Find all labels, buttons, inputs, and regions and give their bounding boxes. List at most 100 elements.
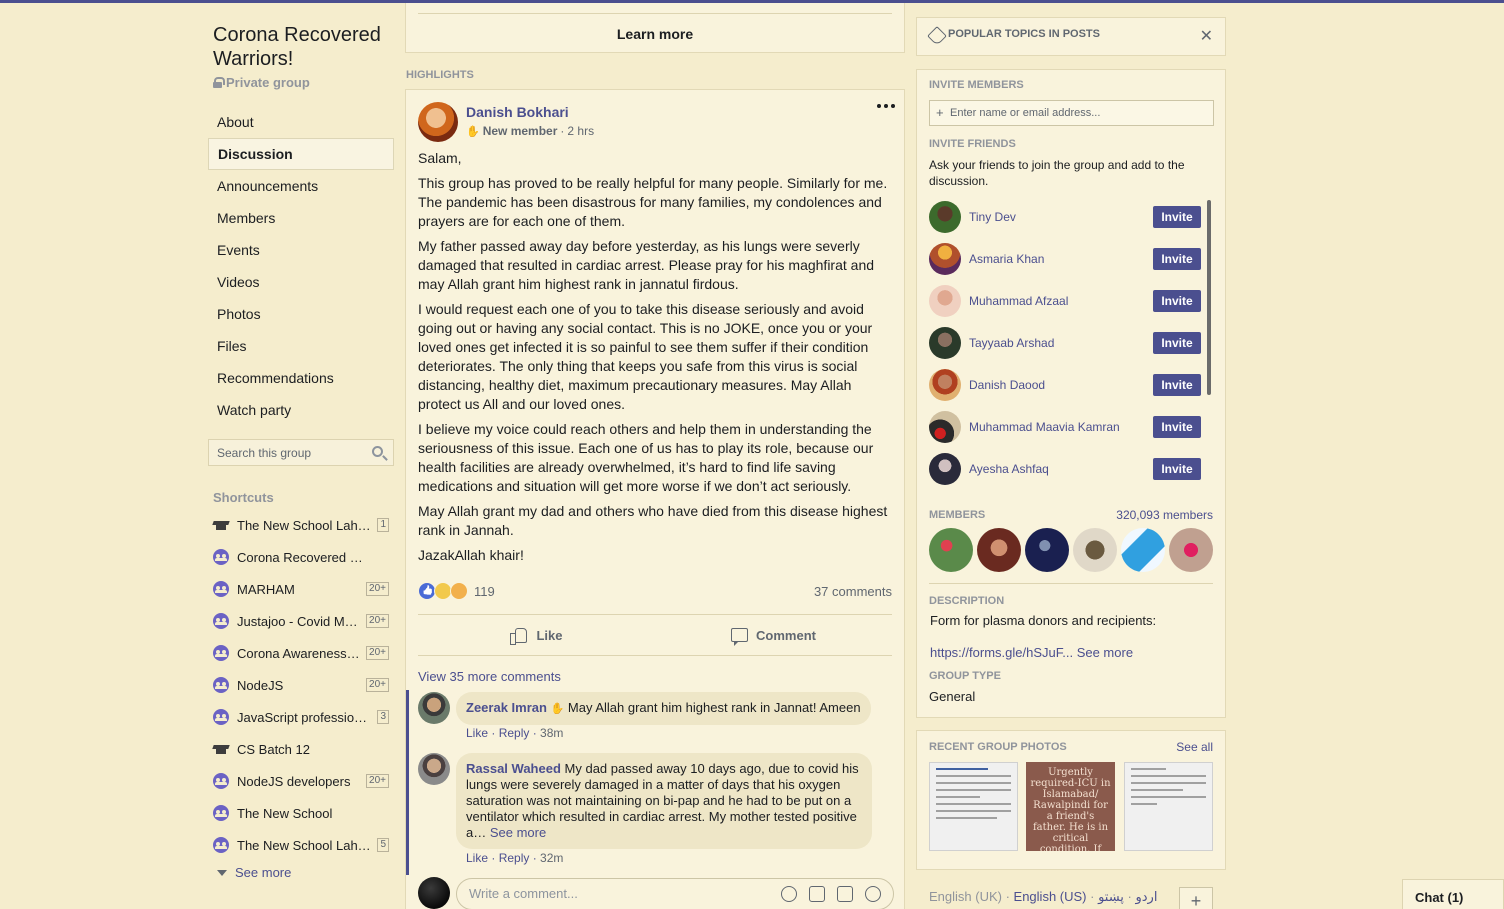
post-author-name[interactable]: Danish Bokhari <box>466 104 569 120</box>
friend-item: Tayyaab Arshad Invite <box>929 322 1201 364</box>
group-search-input[interactable]: Search this group <box>208 439 394 466</box>
member-avatar[interactable] <box>1025 528 1069 572</box>
write-comment-input[interactable]: Write a comment... <box>456 878 894 909</box>
commenter-name[interactable]: Zeerak Imran <box>466 700 547 715</box>
group-photo[interactable] <box>929 762 1018 851</box>
nav-events[interactable]: Events <box>208 234 394 266</box>
friend-name[interactable]: Tiny Dev <box>969 210 1016 224</box>
comment-see-more[interactable]: See more <box>490 825 546 840</box>
member-avatar[interactable] <box>1121 528 1165 572</box>
invite-button[interactable]: Invite <box>1153 458 1201 480</box>
invite-button[interactable]: Invite <box>1153 374 1201 396</box>
shortcut-item[interactable]: The New School Lah… 5 <box>213 829 393 861</box>
nav-videos[interactable]: Videos <box>208 266 394 298</box>
friend-name[interactable]: Muhammad Maavia Kamran <box>969 420 1120 434</box>
my-avatar[interactable] <box>418 877 450 909</box>
friend-avatar[interactable] <box>929 453 961 485</box>
comment-reply-link[interactable]: Reply <box>499 851 530 865</box>
friend-avatar[interactable] <box>929 327 961 359</box>
member-avatar[interactable] <box>929 528 973 572</box>
nav-recommendations[interactable]: Recommendations <box>208 362 394 394</box>
language-link[interactable]: پښتو <box>1098 889 1124 904</box>
friend-avatar[interactable] <box>929 369 961 401</box>
see-all-photos-link[interactable]: See all <box>1176 740 1213 754</box>
shortcut-item[interactable]: Corona Recovered War… <box>213 541 393 573</box>
close-icon[interactable]: ✕ <box>1200 26 1213 46</box>
group-photo[interactable]: Urgently required-ICU in Islamabad/ Rawa… <box>1026 762 1115 851</box>
invite-button[interactable]: Invite <box>1153 332 1201 354</box>
members-count[interactable]: 320,093 members <box>1116 508 1213 522</box>
popular-topics-title[interactable]: POPULAR TOPICS IN POSTS <box>948 28 1100 40</box>
shortcut-badge: 20+ <box>366 582 389 596</box>
nav-about[interactable]: About <box>208 106 394 138</box>
language-link[interactable]: اردو <box>1135 889 1157 904</box>
invite-placeholder: Enter name or email address... <box>950 107 1101 119</box>
post-time[interactable]: 2 hrs <box>567 124 594 138</box>
shortcut-item[interactable]: CS Batch 12 <box>213 733 393 765</box>
member-avatar[interactable] <box>1073 528 1117 572</box>
member-avatar[interactable] <box>1169 528 1213 572</box>
group-title[interactable]: Corona Recovered Warriors! <box>213 23 398 71</box>
emoji-icon[interactable] <box>781 886 797 902</box>
shortcut-item[interactable]: The New School Lah… 1 <box>213 509 393 541</box>
reactions-summary[interactable]: 119 <box>418 582 495 600</box>
comment-like-link[interactable]: Like <box>466 726 488 740</box>
shortcut-item[interactable]: Justajoo - Covid M… 20+ <box>213 605 393 637</box>
shortcut-item[interactable]: NodeJS developers 20+ <box>213 765 393 797</box>
member-avatar[interactable] <box>977 528 1021 572</box>
friend-name[interactable]: Danish Daood <box>969 378 1045 392</box>
group-photo[interactable] <box>1124 762 1213 851</box>
shortcuts-see-more[interactable]: See more <box>217 865 291 880</box>
friends-scrollbar[interactable] <box>1207 200 1211 395</box>
nav-discussion[interactable]: Discussion <box>208 138 394 170</box>
shortcut-item[interactable]: The New School <box>213 797 393 829</box>
friend-name[interactable]: Asmaria Khan <box>969 252 1044 266</box>
comments-count[interactable]: 37 comments <box>814 584 892 599</box>
shortcut-item[interactable]: Corona Awareness… 20+ <box>213 637 393 669</box>
shortcut-item[interactable]: NodeJS 20+ <box>213 669 393 701</box>
camera-icon[interactable] <box>809 886 825 902</box>
commenter-avatar[interactable] <box>418 692 450 724</box>
comment-time[interactable]: 38m <box>540 726 563 740</box>
plasma-form-link[interactable]: https://forms.gle/hSJuF... <box>930 645 1073 660</box>
comment-reply-link[interactable]: Reply <box>499 726 530 740</box>
invite-button[interactable]: Invite <box>1153 248 1201 270</box>
add-language-button[interactable]: + <box>1179 887 1213 909</box>
friend-name[interactable]: Tayyaab Arshad <box>969 336 1054 350</box>
nav-watch-party[interactable]: Watch party <box>208 394 394 426</box>
more-options-icon[interactable] <box>877 104 895 108</box>
shortcut-item[interactable]: JavaScript professio… 3 <box>213 701 393 733</box>
nav-members[interactable]: Members <box>208 202 394 234</box>
gif-icon[interactable] <box>837 886 853 902</box>
chat-tab[interactable]: Chat (1) <box>1402 879 1504 909</box>
popular-topics-card: POPULAR TOPICS IN POSTS ✕ <box>916 17 1226 56</box>
like-button[interactable]: Like <box>418 615 655 655</box>
invite-button[interactable]: Invite <box>1153 206 1201 228</box>
comment-button[interactable]: Comment <box>655 615 892 655</box>
author-avatar[interactable] <box>418 102 458 142</box>
commenter-name[interactable]: Rassal Waheed <box>466 761 561 776</box>
friend-name[interactable]: Ayesha Ashfaq <box>969 462 1049 476</box>
commenter-avatar[interactable] <box>418 753 450 785</box>
nav-files[interactable]: Files <box>208 330 394 362</box>
friend-avatar[interactable] <box>929 201 961 233</box>
invite-button[interactable]: Invite <box>1153 416 1201 438</box>
comment-like-link[interactable]: Like <box>466 851 488 865</box>
friend-avatar[interactable] <box>929 411 961 443</box>
sticker-icon[interactable] <box>865 886 881 902</box>
description-see-more[interactable]: See more <box>1077 645 1133 660</box>
comment-time[interactable]: 32m <box>540 851 563 865</box>
nav-photos[interactable]: Photos <box>208 298 394 330</box>
language-link[interactable]: English (US) <box>1014 889 1087 904</box>
search-icon[interactable] <box>372 446 383 457</box>
friend-name[interactable]: Muhammad Afzaal <box>969 294 1068 308</box>
nav-announcements[interactable]: Announcements <box>208 170 394 202</box>
invite-members-input[interactable]: + Enter name or email address... <box>929 100 1214 126</box>
friend-avatar[interactable] <box>929 243 961 275</box>
shortcut-item[interactable]: MARHAM 20+ <box>213 573 393 605</box>
view-more-comments[interactable]: View 35 more comments <box>418 669 561 684</box>
friend-avatar[interactable] <box>929 285 961 317</box>
learn-more-button[interactable]: Learn more <box>406 26 904 42</box>
invite-button[interactable]: Invite <box>1153 290 1201 312</box>
care-reaction-icon <box>450 582 468 600</box>
